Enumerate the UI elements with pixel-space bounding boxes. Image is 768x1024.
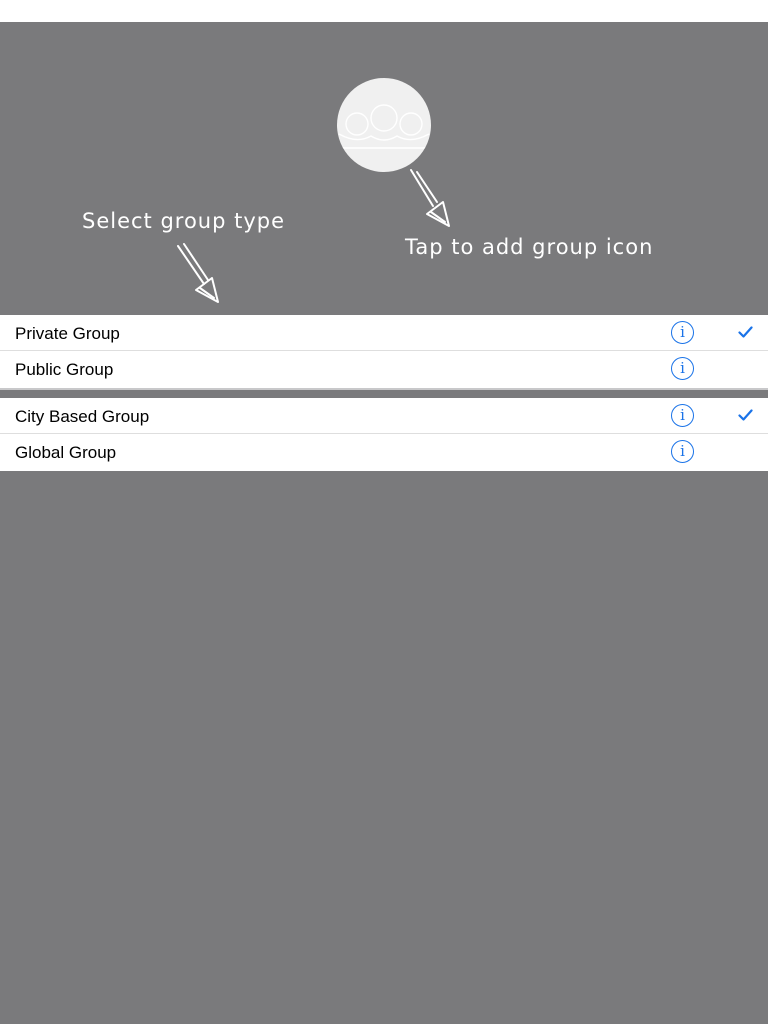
row-public-group[interactable]: Public Group i — [0, 351, 768, 387]
checkmark-icon — [738, 326, 753, 338]
arrow-to-avatar-icon — [410, 169, 450, 227]
row-private-group[interactable]: Private Group i — [0, 315, 768, 351]
row-label: City Based Group — [15, 407, 150, 426]
group-privacy-section: Private Group i Public Group i — [0, 315, 768, 388]
section-divider — [0, 388, 768, 390]
coach-select-group-type: Select group type — [82, 209, 286, 233]
coach-tap-add-icon: Tap to add group icon — [405, 235, 654, 259]
row-label: Global Group — [15, 443, 117, 462]
row-label: Private Group — [15, 324, 120, 343]
info-icon[interactable]: i — [671, 404, 694, 427]
coach-overlay — [0, 22, 768, 1024]
group-scope-section: City Based Group i Global Group i — [0, 398, 768, 471]
info-icon[interactable]: i — [671, 321, 694, 344]
group-avatar-icon — [337, 104, 431, 149]
row-city-based-group[interactable]: City Based Group i — [0, 398, 768, 434]
row-label: Public Group — [15, 360, 114, 379]
group-avatar-button[interactable] — [337, 78, 431, 172]
row-global-group[interactable]: Global Group i — [0, 434, 768, 470]
info-icon[interactable]: i — [671, 357, 694, 380]
arrow-to-group-type-icon — [177, 243, 219, 303]
checkmark-icon — [738, 409, 753, 421]
status-bar — [0, 0, 768, 22]
info-icon[interactable]: i — [671, 440, 694, 463]
